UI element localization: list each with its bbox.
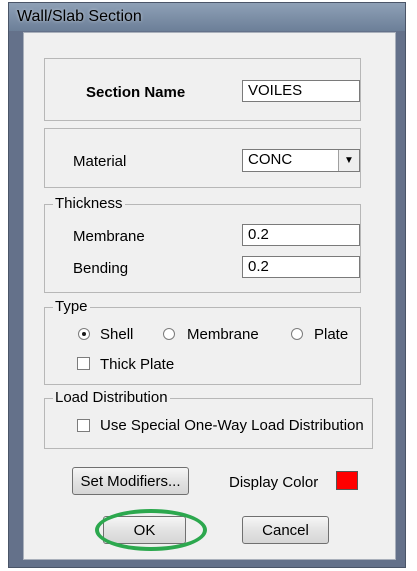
membrane-thickness-input[interactable]: 0.2 — [242, 224, 360, 246]
thick-plate-label: Thick Plate — [100, 356, 175, 373]
radio-plate[interactable] — [291, 328, 303, 340]
type-legend: Type — [53, 298, 90, 315]
section-name-input[interactable]: VOILES — [242, 80, 360, 102]
radio-shell[interactable] — [78, 328, 90, 340]
title-bar[interactable]: Wall/Slab Section — [9, 3, 405, 31]
radio-membrane[interactable] — [163, 328, 175, 340]
radio-membrane-label: Membrane — [187, 326, 259, 343]
one-way-load-checkbox[interactable] — [77, 419, 90, 432]
type-group: Type — [44, 298, 361, 385]
ok-highlight-ellipse — [95, 509, 207, 551]
material-select[interactable]: CONC ▼ — [242, 149, 360, 172]
load-distribution-legend: Load Distribution — [53, 389, 170, 406]
material-select-value: CONC — [248, 151, 293, 168]
thick-plate-checkbox[interactable] — [77, 357, 90, 370]
material-label: Material — [73, 153, 127, 170]
radio-shell-label: Shell — [100, 326, 134, 343]
chevron-down-icon[interactable]: ▼ — [338, 150, 359, 171]
one-way-load-label: Use Special One-Way Load Distribution — [100, 417, 364, 434]
set-modifiers-button[interactable]: Set Modifiers... — [72, 467, 189, 495]
thickness-group: Thickness — [44, 195, 361, 293]
membrane-label: Membrane — [73, 228, 145, 245]
bending-label: Bending — [73, 260, 129, 277]
display-color-swatch[interactable] — [336, 471, 358, 490]
cancel-button[interactable]: Cancel — [242, 516, 329, 544]
radio-plate-label: Plate — [314, 326, 349, 343]
display-color-label: Display Color — [229, 474, 319, 491]
bending-thickness-input[interactable]: 0.2 — [242, 256, 360, 278]
thickness-legend: Thickness — [53, 195, 125, 212]
section-name-label: Section Name — [86, 84, 186, 101]
dialog-title: Wall/Slab Section — [17, 8, 142, 25]
